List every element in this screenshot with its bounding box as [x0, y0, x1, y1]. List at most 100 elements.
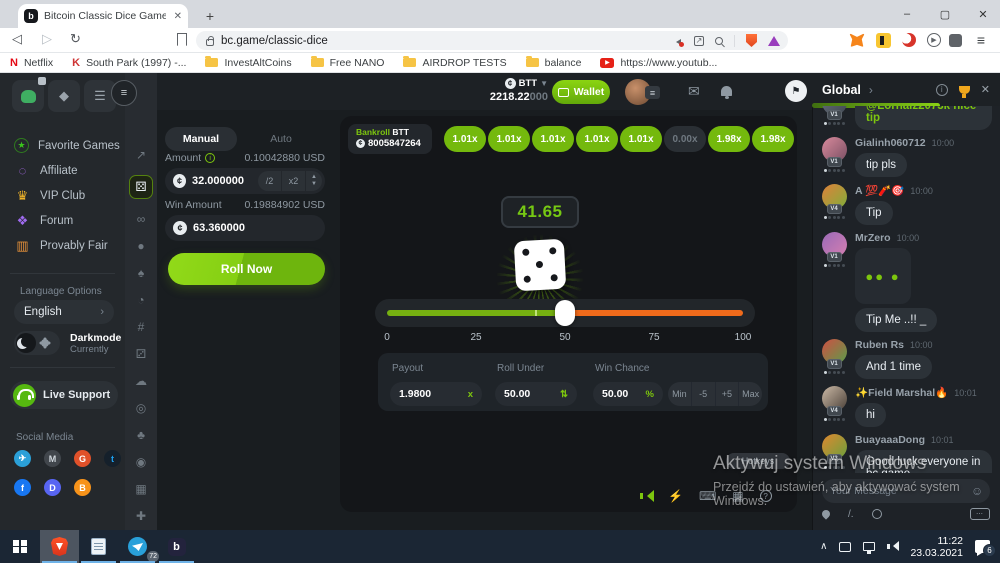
bat-rewards-icon[interactable] — [768, 36, 780, 46]
crescent-extension-icon[interactable] — [900, 31, 918, 49]
sound-icon[interactable] — [640, 490, 652, 502]
share-icon[interactable]: ↗ — [694, 36, 704, 46]
window-maximize-button[interactable]: ▢ — [928, 0, 962, 28]
bitcointalk-icon[interactable]: B — [74, 479, 91, 496]
taskbar-clock[interactable]: 11:22 23.03.2021 — [910, 535, 963, 559]
half-bet-button[interactable]: /2 — [258, 171, 281, 191]
chat-username[interactable]: BuayaaaDong — [855, 434, 925, 446]
win-chance-+5-button[interactable]: +5 — [716, 382, 740, 406]
tray-expand-icon[interactable]: ∧ — [820, 541, 827, 552]
github-icon[interactable]: G — [74, 450, 91, 467]
tab-mute-icon[interactable] — [673, 36, 683, 46]
help-icon[interactable]: ? — [760, 490, 772, 502]
bookmark-investaltcoins[interactable]: InvestAltCoins — [205, 57, 291, 69]
chat-close-icon[interactable]: ✕ — [981, 83, 990, 96]
chat-keyboard-icon[interactable]: ⋯ — [970, 508, 990, 520]
window-minimize-button[interactable]: – — [890, 0, 924, 28]
browser-menu-icon[interactable]: ≡ — [972, 31, 990, 49]
bookmark-youtube-link[interactable]: ▶https://www.youtub... — [600, 57, 717, 69]
rail-item-crash[interactable]: ↗ — [136, 148, 146, 162]
notifications-bell-icon[interactable] — [721, 86, 732, 96]
double-bet-button[interactable]: x2 — [282, 171, 305, 191]
user-menu-icon[interactable]: ≡ — [645, 86, 660, 99]
bookmark-free-nano[interactable]: Free NANO — [311, 57, 385, 69]
wallet-extension-icon[interactable] — [874, 31, 892, 49]
amount-input[interactable] — [192, 175, 252, 187]
rail-item-sky[interactable]: ☁ — [135, 374, 147, 388]
rail-item-twist[interactable]: ∞ — [137, 212, 146, 226]
rail-item-roulette[interactable]: ◉ — [136, 455, 146, 469]
rail-item-limbo[interactable]: ◔ — [137, 293, 144, 307]
chat-toggle-button[interactable]: ⚑ — [785, 80, 807, 102]
network-icon[interactable] — [863, 542, 875, 551]
metamask-extension-icon[interactable] — [848, 31, 866, 49]
recent-roll-multiplier[interactable]: 1.01x — [620, 126, 662, 152]
sidebar-collapse-button[interactable]: ≡ — [111, 80, 137, 106]
tablet-mode-icon[interactable] — [839, 542, 851, 552]
rail-item-plinko[interactable]: ● — [137, 239, 144, 253]
telegram-icon[interactable]: ✈ — [14, 450, 31, 467]
twitter-icon[interactable]: t — [104, 450, 121, 467]
rail-item-ultimate-dice[interactable]: ⚂ — [136, 347, 146, 361]
bookmark-airdrop-tests[interactable]: AIRDROP TESTS — [403, 57, 506, 69]
address-bar[interactable]: bc.game/classic-dice ↗ — [196, 31, 788, 50]
recent-roll-multiplier[interactable]: 0.00x — [664, 126, 706, 152]
payout-input[interactable]: 1.9800x — [390, 382, 482, 406]
win-amount-input[interactable] — [193, 222, 253, 234]
rail-item-wheel[interactable]: ◎ — [136, 401, 146, 415]
rail-item-mine[interactable]: ✚ — [136, 509, 146, 523]
sidebar-item-vip-club[interactable]: ♛VIP Club — [0, 183, 125, 208]
forward-button[interactable]: ▷ — [42, 31, 52, 47]
recent-roll-multiplier[interactable]: 1.98x — [708, 126, 750, 152]
chat-message-user[interactable]: V1 — [820, 137, 848, 177]
chevron-right-icon[interactable]: › — [869, 83, 873, 97]
sidebar-item-affiliate[interactable]: ◌Affiliate — [0, 158, 125, 183]
info-icon[interactable]: i — [205, 153, 215, 163]
win-chance--5-button[interactable]: -5 — [692, 382, 716, 406]
tab-auto[interactable]: Auto — [237, 133, 325, 145]
taskbar-app-notepad[interactable] — [79, 530, 118, 563]
theme-toggle[interactable] — [14, 331, 60, 355]
chat-rules-icon[interactable]: i — [936, 84, 948, 96]
chat-message-user[interactable]: V1 — [820, 106, 848, 130]
start-button[interactable] — [0, 530, 40, 563]
chat-username[interactable]: Gialinh060712 — [855, 137, 926, 149]
chat-message-input[interactable] — [830, 485, 965, 497]
chat-message-user[interactable]: V3 — [820, 434, 848, 473]
win-chance-input[interactable]: 50.00% — [593, 382, 663, 406]
chat-message-user[interactable]: V4 — [820, 386, 848, 427]
chat-message-user[interactable]: V1 — [820, 339, 848, 379]
medium-icon[interactable]: M — [44, 450, 61, 467]
chat-username[interactable]: A 💯🧨🎯 — [855, 184, 904, 197]
action-center-icon[interactable]: 6 — [975, 540, 990, 553]
emoji-icon[interactable]: ☺ — [971, 484, 983, 498]
brave-shield-icon[interactable] — [746, 34, 757, 47]
sun-icon[interactable] — [41, 339, 49, 347]
language-select[interactable]: English › — [14, 300, 114, 324]
hotkeys-keyboard-icon[interactable]: ⌨ — [699, 489, 716, 503]
slider-handle[interactable] — [555, 300, 575, 326]
rail-item-classic-dice[interactable]: ⚄ — [129, 175, 153, 199]
volume-icon[interactable] — [887, 541, 898, 552]
rail-item-keno[interactable]: ▦ — [135, 482, 146, 496]
balance-display[interactable]: ¢ BTT ▼ 2218.22000 — [488, 78, 548, 103]
contest-trophy-icon[interactable] — [959, 86, 970, 94]
extensions-puzzle-icon[interactable] — [946, 31, 964, 49]
recent-roll-multiplier[interactable]: 1.98x — [752, 126, 794, 152]
tab-manual[interactable]: Manual — [165, 127, 237, 151]
roll-slider[interactable] — [375, 299, 755, 327]
zoom-icon[interactable] — [715, 37, 723, 45]
sidebar-item-provably-fair[interactable]: ▥Provably Fair — [0, 233, 125, 258]
chat-message-user[interactable]: V1 — [820, 232, 848, 332]
commands-icon[interactable]: /. — [848, 509, 854, 520]
sidebar-item-favorite-games[interactable]: ★Favorite Games — [0, 133, 125, 158]
taskbar-app-bcgame[interactable]: b — [157, 530, 196, 563]
turbo-icon[interactable]: ⚡ — [668, 489, 683, 503]
rail-item-hilo[interactable]: ♠ — [138, 266, 144, 280]
tab-close-icon[interactable]: ✕ — [174, 11, 182, 22]
tile-promotions[interactable]: ◆ — [48, 80, 80, 112]
sidebar-item-forum[interactable]: ❖Forum — [0, 208, 125, 233]
chat-room-title[interactable]: Global — [822, 83, 861, 97]
bookmark-south-park[interactable]: KSouth Park (1997) -... — [72, 57, 186, 69]
win-chance-max-button[interactable]: Max — [739, 382, 762, 406]
